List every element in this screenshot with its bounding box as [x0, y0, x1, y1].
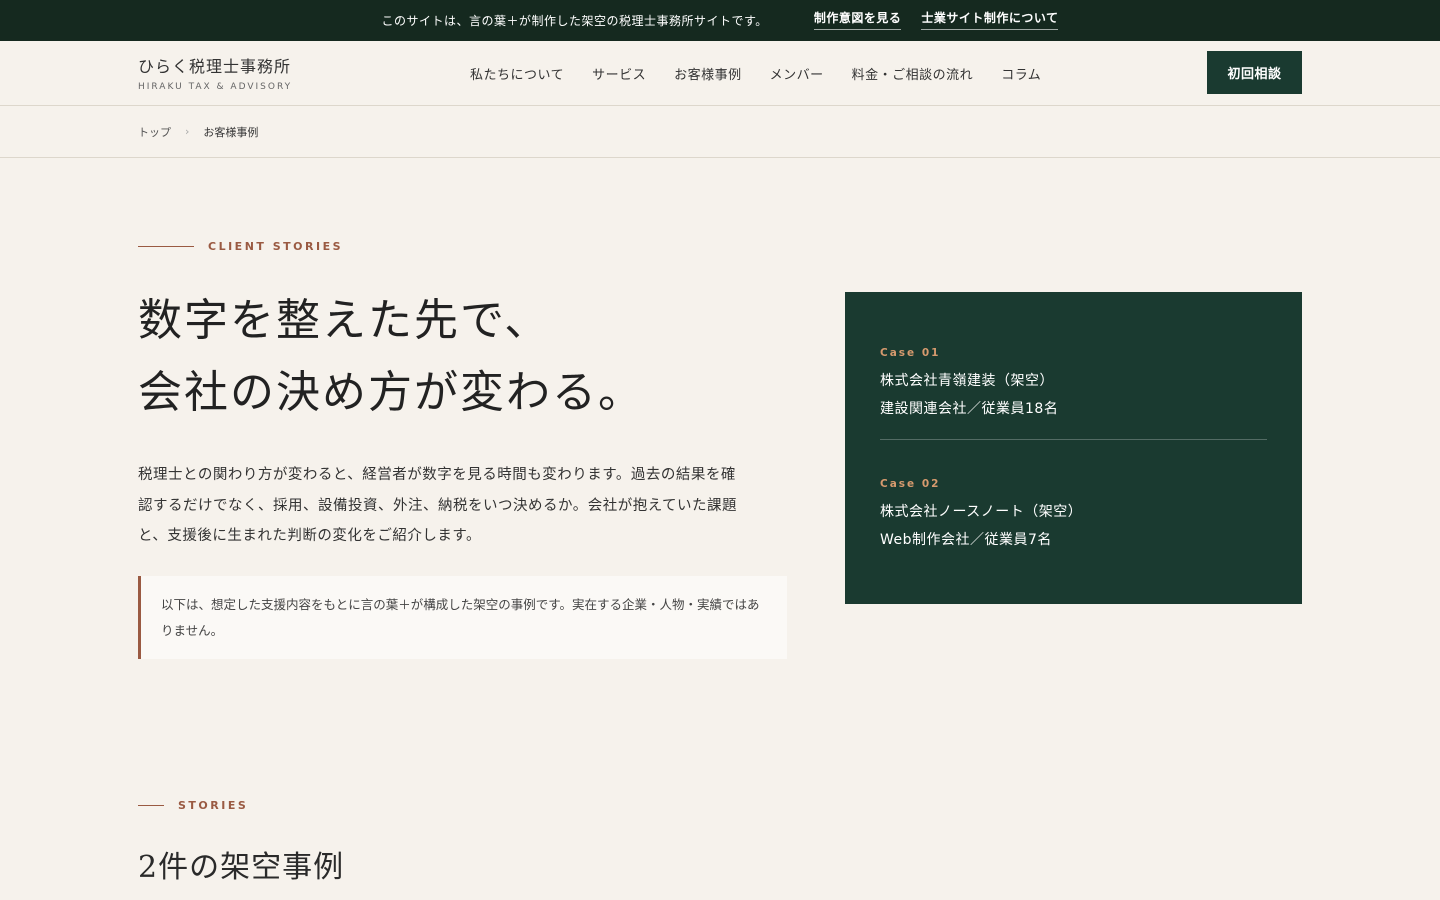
page-title-line2: 会社の決め方が変わる。 [138, 367, 644, 418]
notice-link-about[interactable]: 士業サイト制作について [921, 11, 1059, 31]
case-item-02[interactable]: Case 02 株式会社ノースノート（架空） Web制作会社／従業員7名 [880, 478, 1267, 549]
stories-eyebrow-text: STORIES [178, 799, 249, 812]
nav-item-cases[interactable]: お客様事例 [674, 64, 742, 83]
stories-title: 2件の架空事例 [138, 850, 345, 885]
nav-item-column[interactable]: コラム [1001, 64, 1041, 83]
breadcrumb-home[interactable]: トップ [138, 124, 171, 140]
page-title-line1: 数字を整えた先で、 [138, 295, 551, 346]
stories-eyebrow: STORIES [138, 799, 248, 812]
case-label: Case 02 [880, 478, 941, 490]
fiction-disclaimer: 以下は、想定した支援内容をもとに言の葉＋が構成した架空の事例です。実在する企業・… [138, 576, 787, 659]
site-header: ひらく税理士事務所 HIRAKU TAX & ADVISORY 私たちについて … [0, 41, 1440, 106]
main-nav: 私たちについて サービス お客様事例 メンバー 料金・ご相談の流れ コラム [470, 41, 1069, 105]
nav-item-pricing[interactable]: 料金・ご相談の流れ [852, 64, 974, 83]
notice-message: このサイトは、言の葉＋が制作した架空の税理士事務所サイトです。 [381, 14, 768, 28]
logo-jp: ひらく税理士事務所 [138, 57, 292, 76]
nav-item-members[interactable]: メンバー [770, 64, 824, 83]
breadcrumb: トップ › お客様事例 [0, 106, 1440, 158]
breadcrumb-current: お客様事例 [203, 125, 259, 139]
consultation-button[interactable]: 初回相談 [1207, 51, 1302, 94]
case-label: Case 01 [880, 347, 941, 359]
nav-item-about[interactable]: 私たちについて [470, 64, 564, 83]
hero-eyebrow: CLIENT STORIES [138, 240, 343, 253]
hero-eyebrow-text: CLIENT STORIES [208, 240, 344, 253]
eyebrow-line [138, 805, 164, 806]
site-logo[interactable]: ひらく税理士事務所 HIRAKU TAX & ADVISORY [138, 53, 292, 92]
eyebrow-line [138, 246, 194, 247]
nav-item-services[interactable]: サービス [592, 64, 646, 83]
case-summary-panel: Case 01 株式会社青嶺建装（架空） 建設関連会社／従業員18名 Case … [845, 292, 1302, 604]
logo-en: HIRAKU TAX & ADVISORY [138, 82, 293, 92]
case-meta: 建設関連会社／従業員18名 [880, 401, 1059, 417]
case-meta: Web制作会社／従業員7名 [880, 532, 1052, 548]
case-item-01[interactable]: Case 01 株式会社青嶺建装（架空） 建設関連会社／従業員18名 [880, 347, 1267, 418]
case-divider [880, 439, 1267, 440]
site-notice-bar: このサイトは、言の葉＋が制作した架空の税理士事務所サイトです。 制作意図を見る … [0, 0, 1440, 41]
notice-link-intent[interactable]: 制作意図を見る [813, 11, 902, 31]
case-name: 株式会社青嶺建装（架空） [880, 373, 1054, 389]
hero-description: 税理士との関わり方が変わると、経営者が数字を見る時間も変わります。過去の結果を確… [138, 467, 737, 544]
page-title: 数字を整えた先で、 会社の決め方が変わる。 [138, 285, 778, 429]
case-name: 株式会社ノースノート（架空） [880, 504, 1083, 520]
chevron-right-icon: › [185, 125, 190, 138]
